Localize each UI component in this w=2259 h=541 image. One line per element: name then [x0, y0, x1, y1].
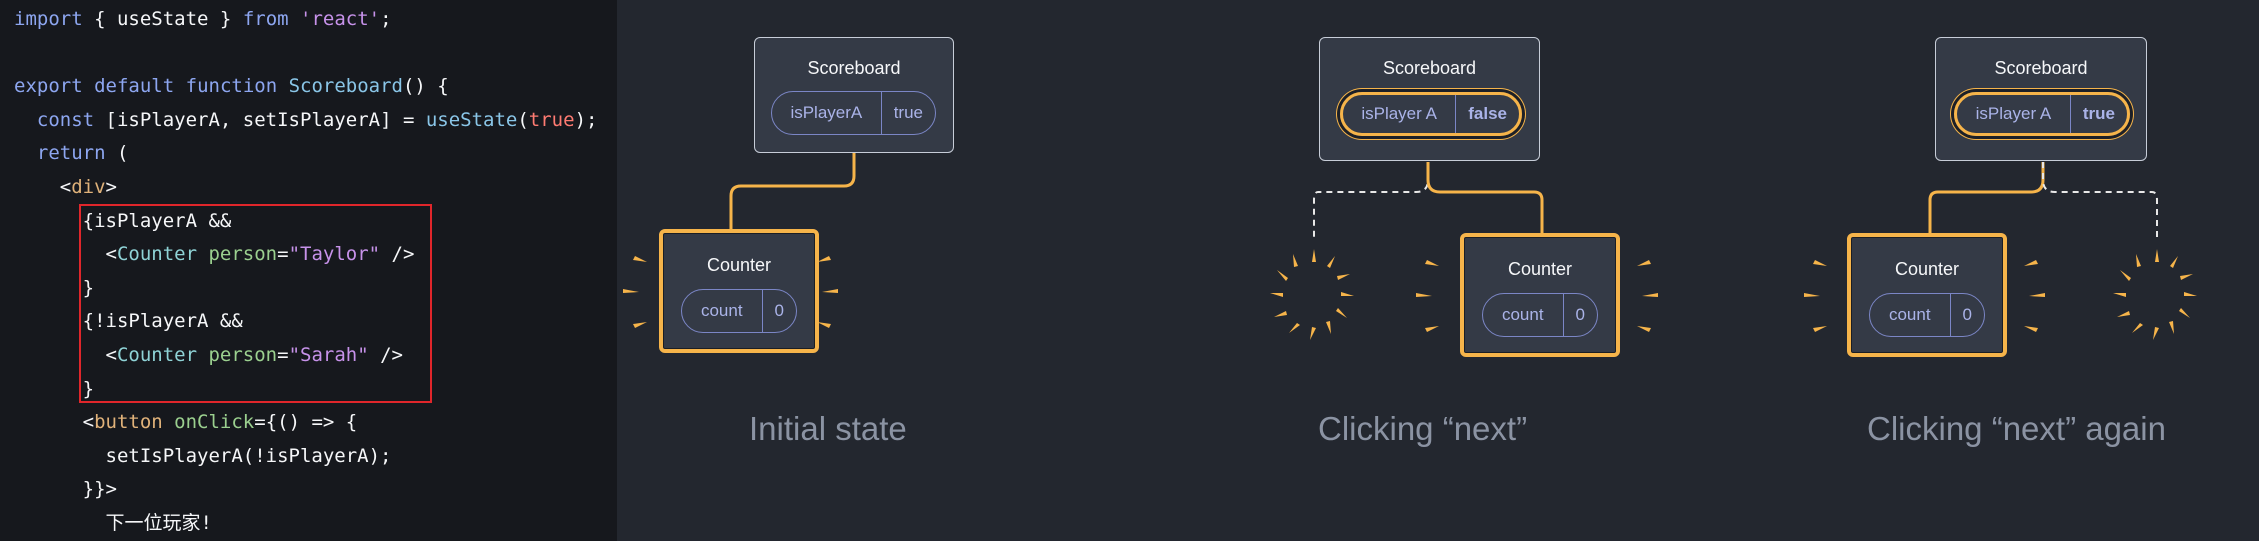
node-title: Counter: [1507, 259, 1573, 279]
code-token: function: [185, 75, 278, 98]
removed-node-burst-icon: [2113, 249, 2197, 340]
counter-node: Counter count 0: [1847, 233, 2007, 357]
code-token: <: [14, 411, 95, 434]
scoreboard-node: Scoreboard isPlayer A true: [1935, 37, 2147, 161]
state-key: isPlayer A: [1361, 104, 1437, 123]
scoreboard-node: Scoreboard isPlayerA true: [754, 37, 954, 153]
counter-node: Counter count 0: [659, 229, 819, 353]
node-title: Scoreboard: [807, 58, 901, 78]
state-key: isPlayer A: [1975, 104, 2052, 123]
state-pill: isPlayerA true: [771, 91, 936, 135]
code-line: <div>: [14, 172, 117, 202]
diagram-caption: Clicking “next”: [1318, 410, 1528, 447]
code-token: default: [94, 75, 175, 98]
code-token: Scoreboard: [288, 75, 403, 98]
state-value: true: [2069, 95, 2127, 133]
diagram-panel: Scoreboard isPlayerA true Counter count …: [617, 0, 2259, 541]
code-token: <: [14, 176, 72, 198]
scoreboard-node: Scoreboard isPlayer A false: [1319, 37, 1540, 161]
code-token: (: [105, 142, 129, 165]
code-token: {: [82, 8, 117, 30]
code-highlight-box: [79, 204, 432, 403]
state-value: 0: [761, 290, 796, 332]
state-pill-changed: isPlayer A false: [1340, 92, 1522, 136]
code-token: div: [71, 176, 106, 198]
connector-dashed-line: [1313, 162, 1429, 240]
code-line: const [isPlayerA, setIsPlayerA] = useSta…: [14, 105, 598, 135]
connector-dashed-line: [2042, 162, 2158, 240]
state-key: count: [1888, 305, 1931, 324]
code-token: (: [517, 108, 529, 131]
code-editor-panel: import { useState } from 'react'; export …: [0, 0, 617, 541]
code-line: return (: [14, 138, 129, 168]
code-token: useState: [425, 108, 518, 131]
code-token: 'react': [300, 8, 381, 30]
counter-node: Counter count 0: [1460, 233, 1620, 357]
connector-line: [1928, 162, 2045, 236]
code-token: ;: [380, 8, 392, 30]
connector-line: [729, 152, 856, 231]
code-token: 下一位玩家!: [14, 512, 212, 534]
state-value: false: [1455, 95, 1519, 133]
code-token: ={() => {: [254, 411, 358, 434]
code-token: }: [208, 8, 243, 30]
diagram-caption: Clicking “next” again: [1867, 410, 2166, 447]
code-line: import { useState } from 'react';: [14, 4, 392, 34]
code-line: export default function Scoreboard() {: [14, 71, 449, 101]
state-pill-changed: isPlayer A true: [1954, 92, 2130, 136]
code-token: from: [242, 8, 289, 30]
state-value: 0: [1562, 294, 1597, 336]
state-key: count: [1501, 305, 1544, 324]
state-value: true: [880, 92, 935, 134]
code-token: import: [14, 8, 83, 30]
code-line: }}>: [14, 474, 117, 504]
code-token: [isPlayerA, setIsPlayerA] =: [94, 108, 426, 131]
state-value: 0: [1949, 294, 1984, 336]
state-pill: count 0: [1482, 293, 1598, 337]
code-token: export: [14, 75, 83, 98]
code-line: setIsPlayerA(!isPlayerA);: [14, 441, 392, 471]
state-key: isPlayerA: [790, 103, 863, 122]
code-token: true: [528, 108, 575, 131]
code-token: onClick: [174, 411, 255, 434]
code-line: 下一位玩家!: [14, 508, 212, 538]
code-token: useState: [116, 8, 209, 30]
diagram-caption: Initial state: [749, 410, 907, 447]
code-token: return: [36, 142, 106, 165]
connector-line: [1426, 162, 1544, 236]
node-title: Scoreboard: [1994, 58, 2088, 78]
code-token: const: [36, 108, 95, 131]
code-token: );: [574, 108, 598, 131]
node-title: Counter: [706, 255, 772, 275]
node-title: Counter: [1894, 259, 1960, 279]
state-pill: count 0: [681, 289, 797, 333]
code-token: () {: [402, 75, 449, 98]
removed-node-burst-icon: [1270, 249, 1354, 340]
code-token: button: [94, 411, 163, 434]
state-key: count: [700, 301, 743, 320]
code-token: }}>: [14, 478, 117, 501]
code-token: >: [105, 176, 117, 198]
code-line: <button onClick={() => {: [14, 407, 358, 437]
state-pill: count 0: [1869, 293, 1985, 337]
node-title: Scoreboard: [1382, 58, 1477, 78]
code-token: setIsPlayerA(!isPlayerA);: [14, 444, 392, 467]
